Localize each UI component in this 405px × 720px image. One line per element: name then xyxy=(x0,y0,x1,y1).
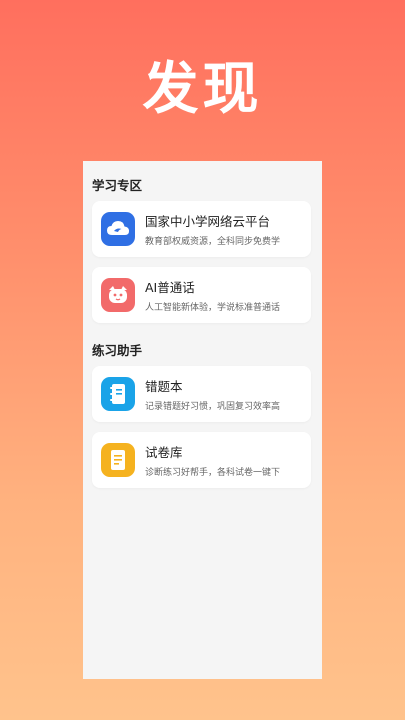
notebook-icon xyxy=(101,377,135,411)
section-title-study: 学习专区 xyxy=(92,178,143,193)
card-title: 试卷库 xyxy=(145,445,183,460)
page-title: 发现 xyxy=(142,57,263,122)
card-description: 诊断练习好帮手，各科试卷一键下 xyxy=(145,468,281,478)
card-ai-mandarin[interactable]: AI普通话 人工智能新体验，学说标准普通话 xyxy=(92,267,311,323)
card-description: 人工智能新体验，学说标准普通话 xyxy=(145,303,281,313)
cloud-icon xyxy=(101,212,135,246)
card-title: 国家中小学网络云平台 xyxy=(145,214,271,229)
card-description: 记录错题好习惯，巩固复习效率高 xyxy=(145,402,281,412)
card-title: AI普通话 xyxy=(145,280,195,295)
card-exam-library[interactable]: 试卷库 诊断练习好帮手，各科试卷一键下 xyxy=(92,432,311,488)
card-description: 教育部权威资源，全科同步免费学 xyxy=(145,237,281,247)
card-title: 错题本 xyxy=(145,379,183,394)
mascot-icon xyxy=(101,278,135,312)
discover-panel: 学习专区 国家中小学网络云平台 教育部权威资源，全科同步免费学 AI普通话 人工… xyxy=(83,161,322,679)
card-national-cloud-platform[interactable]: 国家中小学网络云平台 教育部权威资源，全科同步免费学 xyxy=(92,201,311,257)
document-icon xyxy=(101,443,135,477)
section-title-practice: 练习助手 xyxy=(92,343,143,358)
card-mistake-notebook[interactable]: 错题本 记录错题好习惯，巩固复习效率高 xyxy=(92,366,311,422)
